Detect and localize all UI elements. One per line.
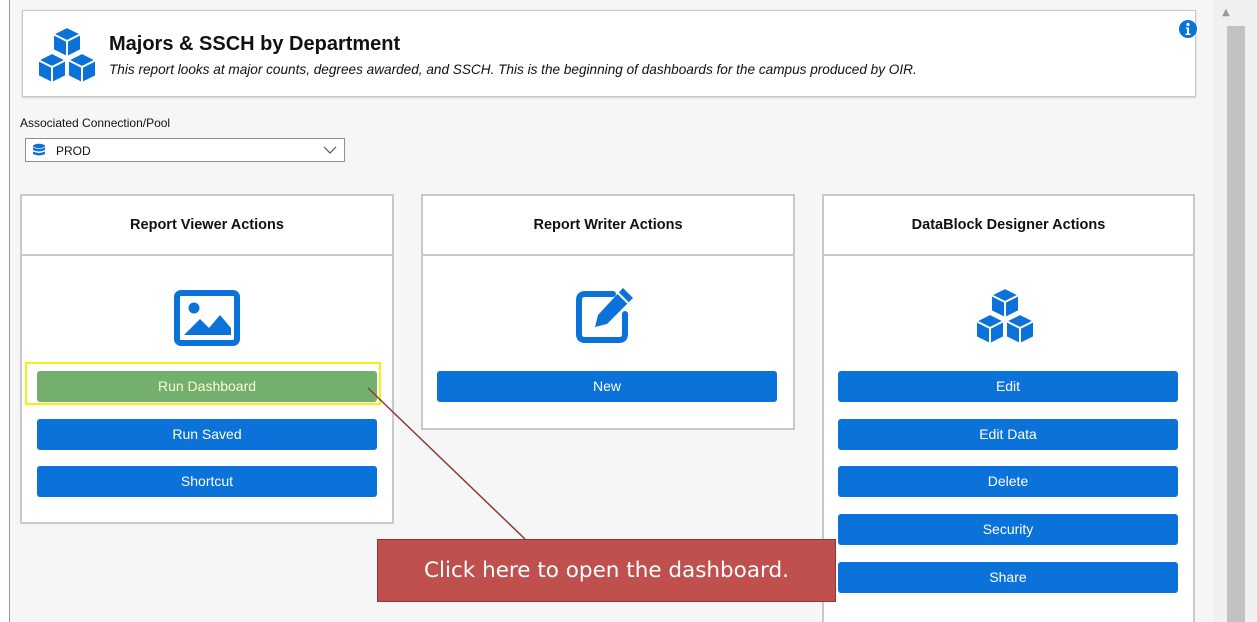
- report-description: This report looks at major counts, degre…: [109, 62, 917, 77]
- report-header: Majors & SSCH by Department This report …: [22, 10, 1198, 97]
- connection-label: Associated Connection/Pool: [20, 116, 171, 130]
- chevron-down-icon[interactable]: [323, 145, 337, 155]
- info-icon[interactable]: [1178, 19, 1198, 39]
- database-icon: [33, 143, 45, 156]
- datablock-designer-panel: DataBlock Designer Actions: [822, 194, 1195, 622]
- run-saved-button[interactable]: Run Saved: [37, 419, 377, 450]
- new-report-button[interactable]: New: [437, 371, 777, 402]
- callout-text: Click here to open the dashboard.: [424, 558, 789, 583]
- shortcut-button[interactable]: Shortcut: [37, 466, 377, 497]
- panel-title: Report Writer Actions: [423, 196, 793, 256]
- connection-value: PROD: [56, 144, 91, 158]
- cubes-icon: [37, 26, 97, 84]
- cubes-icon: [975, 287, 1035, 345]
- panel-title: Report Viewer Actions: [22, 196, 392, 256]
- callout-box: Click here to open the dashboard.: [377, 539, 836, 602]
- delete-button[interactable]: Delete: [838, 466, 1178, 497]
- scroll-up-icon[interactable]: ▲: [1220, 8, 1232, 18]
- run-dashboard-button[interactable]: Run Dashboard: [37, 371, 377, 402]
- panel-title: DataBlock Designer Actions: [824, 196, 1193, 256]
- security-button[interactable]: Security: [838, 514, 1178, 545]
- share-button[interactable]: Share: [838, 562, 1178, 593]
- edit-icon: [576, 288, 633, 343]
- edit-data-button[interactable]: Edit Data: [838, 419, 1178, 450]
- image-icon: [174, 290, 240, 346]
- report-title: Majors & SSCH by Department: [109, 33, 401, 55]
- edit-button[interactable]: Edit: [838, 371, 1178, 402]
- scroll-thumb[interactable]: [1227, 26, 1245, 622]
- connection-select[interactable]: PROD: [25, 138, 345, 162]
